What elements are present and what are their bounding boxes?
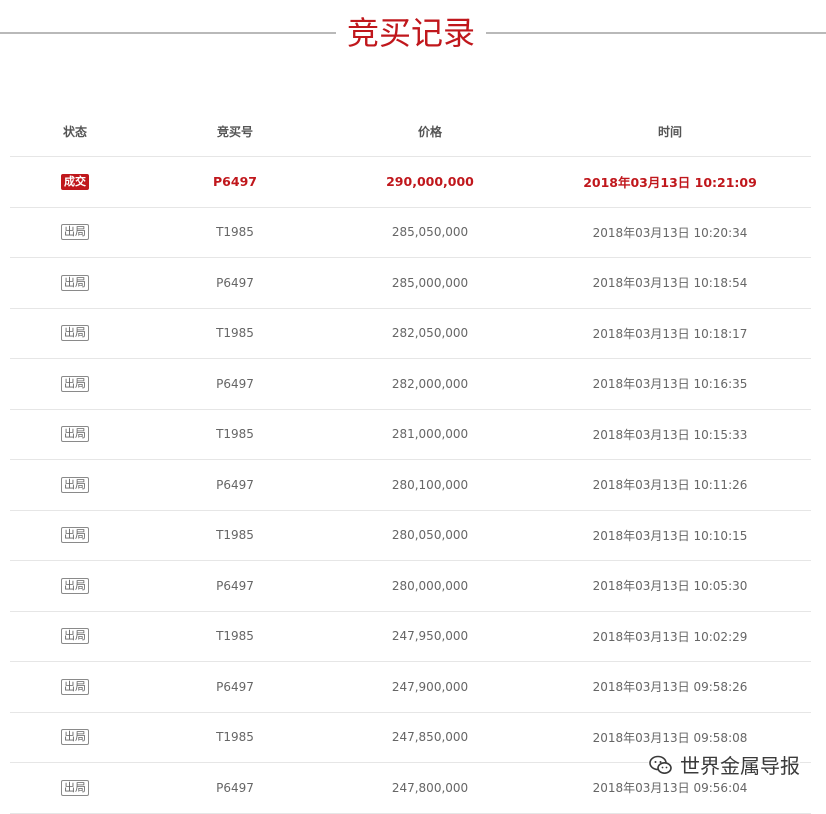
bid-time: 2018年03月13日 10:21:09	[583, 175, 757, 191]
watermark: 世界金属导报	[648, 750, 800, 779]
bid-code: P6497	[213, 174, 257, 190]
wechat-icon	[649, 755, 672, 774]
table-row: 出局 T1985 282,050,000 2018年03月13日 10:18:1…	[10, 309, 811, 359]
bid-time: 2018年03月13日 10:15:33	[592, 427, 748, 442]
status-badge: 出局	[61, 577, 89, 594]
bid-code: T1985	[216, 730, 254, 745]
bid-time: 2018年03月13日 10:18:17	[592, 326, 748, 341]
bid-code: T1985	[216, 427, 254, 442]
table-row: 出局 T1985 280,050,000 2018年03月13日 10:10:1…	[10, 511, 811, 561]
title-bar: 竞买记录	[0, 0, 826, 66]
status-badge: 出局	[61, 729, 89, 746]
column-header-price: 价格	[417, 124, 442, 139]
bid-price: 285,050,000	[391, 225, 469, 240]
bid-code: P6497	[216, 578, 254, 593]
bid-code: P6497	[216, 376, 254, 391]
bid-records-table: 状态 竞买号 价格 时间 成交 P6497 290,000,000 2018年0…	[10, 106, 811, 814]
bid-code: T1985	[216, 629, 254, 644]
table-row: 出局 T1985 247,950,000 2018年03月13日 10:02:2…	[10, 612, 811, 662]
bid-code: T1985	[216, 326, 254, 341]
status-badge: 出局	[61, 375, 89, 392]
bid-code: T1985	[216, 528, 254, 543]
bid-price: 290,000,000	[386, 174, 474, 190]
status-badge: 出局	[61, 426, 89, 443]
bid-code: P6497	[216, 679, 254, 694]
status-badge: 出局	[61, 224, 89, 241]
bid-price: 247,800,000	[391, 780, 469, 795]
status-badge: 出局	[61, 628, 89, 645]
status-badge: 出局	[61, 779, 89, 796]
status-badge: 出局	[61, 527, 89, 544]
table-row: 成交 P6497 290,000,000 2018年03月13日 10:21:0…	[10, 157, 811, 208]
status-badge: 成交	[61, 173, 89, 190]
watermark-text: 世界金属导报	[680, 754, 800, 778]
status-badge: 出局	[61, 678, 89, 695]
bid-time: 2018年03月13日 09:58:26	[592, 680, 748, 695]
status-badge: 出局	[61, 476, 89, 493]
table-row: 出局 T1985 281,000,000 2018年03月13日 10:15:3…	[10, 410, 811, 460]
table-row: 出局 P6497 280,100,000 2018年03月13日 10:11:2…	[10, 460, 811, 511]
bid-code: P6497	[216, 275, 254, 290]
bid-price: 280,050,000	[391, 528, 469, 543]
bid-price: 281,000,000	[391, 427, 469, 442]
bid-code: T1985	[216, 225, 254, 240]
table-row: 出局 P6497 280,000,000 2018年03月13日 10:05:3…	[10, 561, 811, 612]
table-row: 出局 T1985 285,050,000 2018年03月13日 10:20:3…	[10, 208, 811, 258]
title-divider-left	[0, 32, 336, 34]
bid-time: 2018年03月13日 10:18:54	[592, 276, 748, 291]
title-divider-right	[486, 32, 826, 34]
bid-price: 280,100,000	[391, 477, 469, 492]
bid-time: 2018年03月13日 10:02:29	[592, 629, 748, 644]
bid-code: P6497	[216, 780, 254, 795]
column-header-status: 状态	[62, 124, 87, 139]
bid-time: 2018年03月13日 10:11:26	[592, 478, 748, 493]
bid-price: 282,000,000	[391, 376, 469, 391]
bid-price: 247,850,000	[391, 730, 469, 745]
bid-time: 2018年03月13日 10:20:34	[592, 225, 748, 240]
bid-code: P6497	[216, 477, 254, 492]
table-header: 状态 竞买号 价格 时间	[10, 106, 811, 157]
bid-price: 247,950,000	[391, 629, 469, 644]
column-header-code: 竞买号	[216, 124, 253, 139]
bid-price: 285,000,000	[391, 275, 469, 290]
table-row: 出局 P6497 285,000,000 2018年03月13日 10:18:5…	[10, 258, 811, 309]
status-badge: 出局	[61, 274, 89, 291]
bid-price: 282,050,000	[391, 326, 469, 341]
bid-price: 247,900,000	[391, 679, 469, 694]
bid-price: 280,000,000	[391, 578, 469, 593]
column-header-time: 时间	[657, 124, 682, 139]
bid-time: 2018年03月13日 10:05:30	[592, 579, 748, 594]
bid-time: 2018年03月13日 10:10:15	[592, 528, 748, 543]
table-row: 出局 P6497 282,000,000 2018年03月13日 10:16:3…	[10, 359, 811, 410]
page-title: 竞买记录	[346, 14, 475, 52]
bid-time: 2018年03月13日 10:16:35	[592, 377, 748, 392]
table-row: 出局 P6497 247,900,000 2018年03月13日 09:58:2…	[10, 662, 811, 713]
status-badge: 出局	[61, 325, 89, 342]
